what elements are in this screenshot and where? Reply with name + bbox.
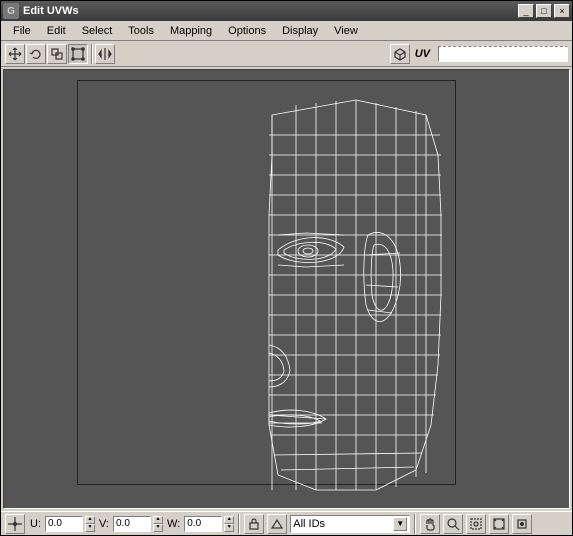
w-spinner[interactable]: ▴▾ <box>224 516 234 532</box>
map-type-button[interactable] <box>390 44 410 64</box>
menu-tools[interactable]: Tools <box>120 23 162 39</box>
mirror-tool-button[interactable] <box>95 44 115 64</box>
menu-options[interactable]: Options <box>220 23 274 39</box>
scale-icon <box>50 47 64 61</box>
menu-file[interactable]: File <box>5 23 39 39</box>
zoom-region-button[interactable] <box>466 514 486 534</box>
status-separator <box>238 514 240 534</box>
status-separator-2 <box>414 514 416 534</box>
hand-icon <box>423 517 437 531</box>
menu-edit[interactable]: Edit <box>39 23 74 39</box>
move-tool-button[interactable] <box>5 44 25 64</box>
filter-button[interactable] <box>267 514 287 534</box>
freeform-tool-button[interactable] <box>68 44 88 64</box>
uv-label: UV <box>415 48 430 60</box>
toolbar: UV <box>1 41 572 67</box>
lock-selection-button[interactable] <box>244 514 264 534</box>
u-spinner[interactable]: ▴▾ <box>85 516 95 532</box>
menu-mapping[interactable]: Mapping <box>162 23 220 39</box>
zoom-region-icon <box>469 517 483 531</box>
zoom-extents-button[interactable] <box>489 514 509 534</box>
material-id-dropdown[interactable]: All IDs ▼ <box>290 515 410 533</box>
scale-tool-button[interactable] <box>47 44 67 64</box>
w-input[interactable] <box>184 516 222 532</box>
freeform-icon <box>71 47 85 61</box>
pan-button[interactable] <box>420 514 440 534</box>
zoom-button[interactable] <box>443 514 463 534</box>
cube-icon <box>393 47 407 61</box>
maximize-button[interactable]: □ <box>536 4 552 18</box>
window-title: Edit UVWs <box>23 5 79 17</box>
uv-bounds-frame <box>77 80 456 485</box>
statusbar: U: ▴▾ V: ▴▾ W: ▴▾ All IDs ▼ <box>1 511 572 535</box>
menu-display[interactable]: Display <box>274 23 326 39</box>
chevron-down-icon: ▼ <box>393 517 407 531</box>
v-spinner[interactable]: ▴▾ <box>153 516 163 532</box>
extents-icon <box>492 517 506 531</box>
minimize-button[interactable]: _ <box>518 4 534 18</box>
mirror-icon <box>98 47 112 61</box>
menu-select[interactable]: Select <box>74 23 121 39</box>
u-label: U: <box>28 518 43 530</box>
extents-selected-icon <box>515 517 529 531</box>
toolbar-separator <box>91 44 93 64</box>
edit-uvw-window: G Edit UVWs _ □ × File Edit Select Tools… <box>0 0 573 536</box>
id-selected-value: All IDs <box>293 518 325 530</box>
menubar: File Edit Select Tools Mapping Options D… <box>1 21 572 41</box>
close-button[interactable]: × <box>554 4 570 18</box>
uv-viewport[interactable] <box>3 69 570 509</box>
titlebar[interactable]: G Edit UVWs _ □ × <box>1 1 572 21</box>
texture-dropdown[interactable] <box>438 46 568 62</box>
crosshair-icon <box>8 517 22 531</box>
magnifier-icon <box>446 517 460 531</box>
w-label: W: <box>165 518 182 530</box>
v-input[interactable] <box>113 516 151 532</box>
absolute-mode-button[interactable] <box>5 514 25 534</box>
move-icon <box>8 47 22 61</box>
rotate-tool-button[interactable] <box>26 44 46 64</box>
triangle-icon <box>270 517 284 531</box>
menu-view[interactable]: View <box>326 23 366 39</box>
u-input[interactable] <box>45 516 83 532</box>
v-label: V: <box>97 518 111 530</box>
app-logo-icon: G <box>3 3 19 19</box>
zoom-extents-selected-button[interactable] <box>512 514 532 534</box>
lock-icon <box>247 517 261 531</box>
rotate-icon <box>29 47 43 61</box>
